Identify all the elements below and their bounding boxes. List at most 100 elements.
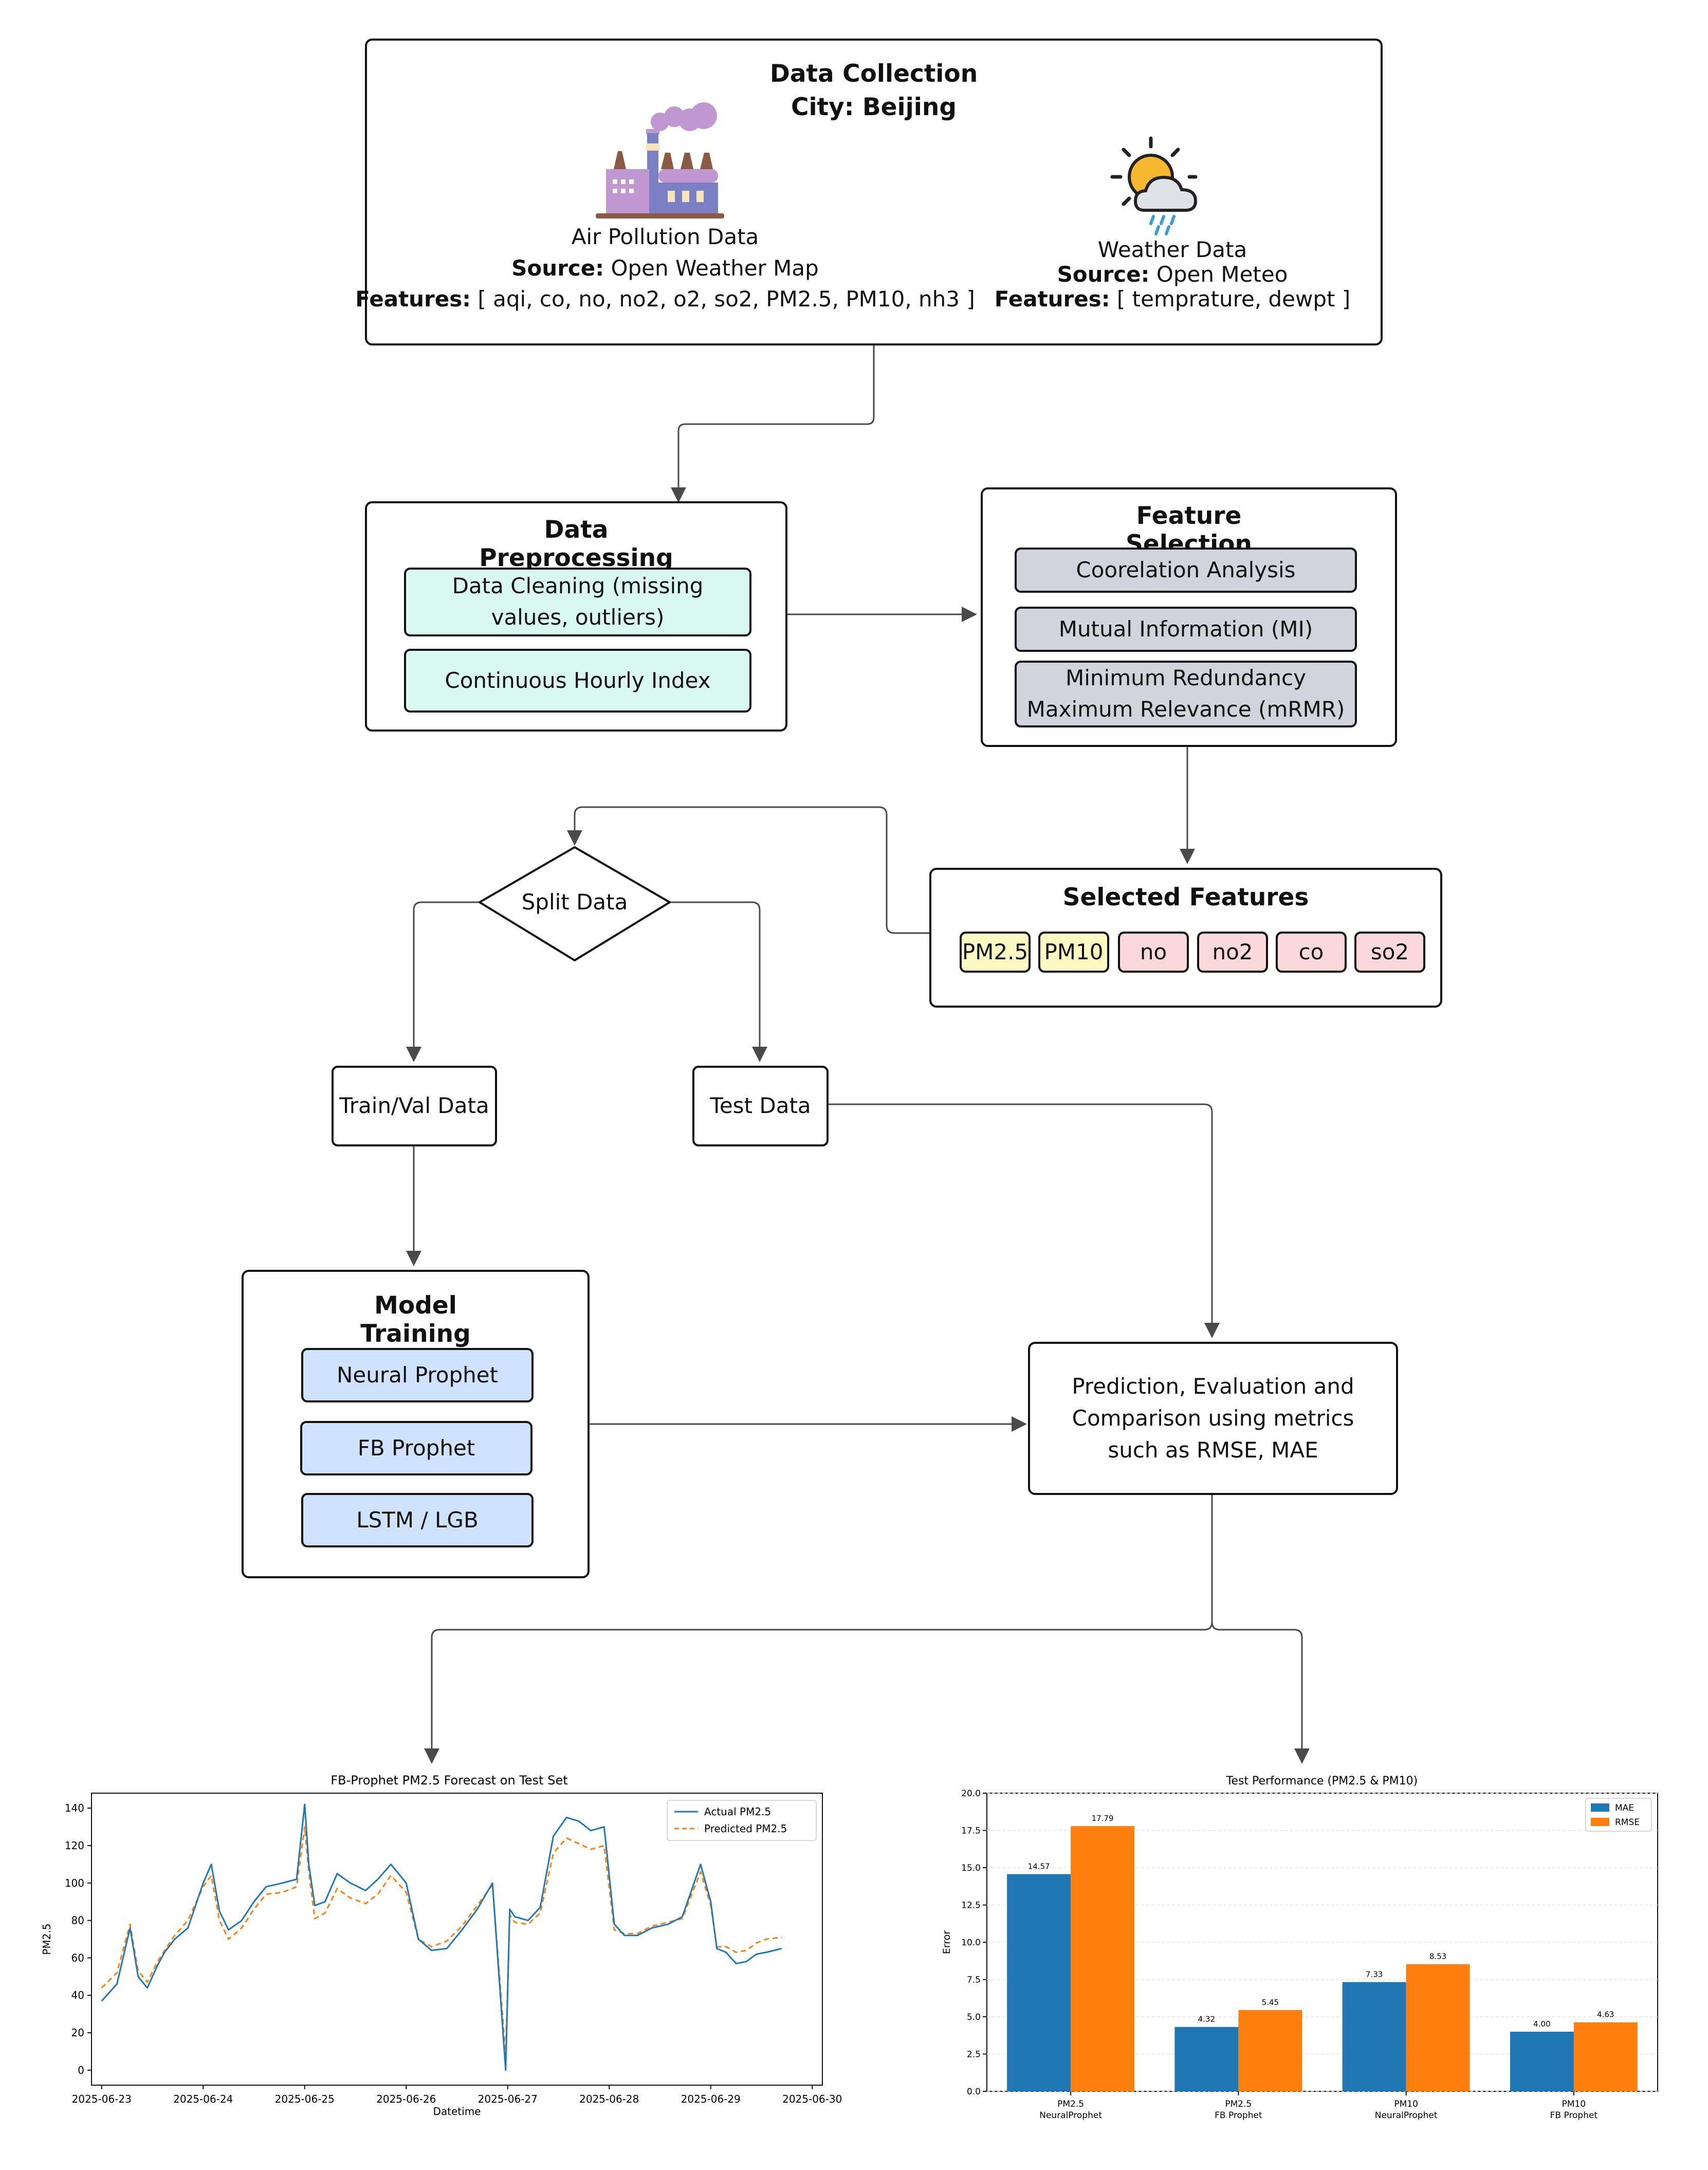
- model-training-box: Model Training Neural Prophet FB Prophet…: [242, 1270, 590, 1578]
- bar-chart-y-tick-label: 17.5: [961, 1826, 981, 1836]
- bar-chart-y-tick-label: 12.5: [961, 1901, 981, 1911]
- bar-chart-y-tick-label: 5.0: [967, 2012, 981, 2022]
- legend-actual-label: Actual PM2.5: [704, 1806, 771, 1818]
- line-chart-x-tick-label: 2025-06-27: [478, 2093, 538, 2105]
- data-cleaning-step: Data Cleaning (missing values, outliers): [404, 568, 751, 636]
- bar-chart-x-tick-label: PM10: [1562, 2099, 1586, 2109]
- model-fb-prophet: FB Prophet: [300, 1421, 532, 1475]
- line-chart-x-ticks: 2025-06-23 2025-06-24 2025-06-25 2025-06-26…: [72, 2085, 842, 2105]
- line-chart-ylabel: PM2.5: [41, 1923, 53, 1955]
- weather-features-value: [ temprature, dewpt ]: [1116, 286, 1351, 312]
- test-performance-chart: Test Performance (PM2.5 & PM10) 0.0 2.5 5.…: [941, 1775, 1658, 2121]
- line-chart-x-tick-label: 2025-06-28: [579, 2093, 639, 2105]
- bar-chart-title: Test Performance (PM2.5 & PM10): [1226, 1775, 1418, 1788]
- air-source-value: Open Weather Map: [611, 256, 819, 281]
- feature-co: co: [1276, 932, 1347, 973]
- bar-chart-x-tick-label: PM2.5: [1225, 2099, 1252, 2109]
- feature-selection-box: Feature Selection Coorelation Analysis M…: [981, 487, 1397, 747]
- line-chart-title: FB-Prophet PM2.5 Forecast on Test Set: [330, 1773, 567, 1788]
- air-pollution-source: Source: Open Weather Map: [511, 256, 819, 281]
- line-chart-y-tick-label: 0: [78, 2064, 84, 2076]
- line-chart-x-tick-label: 2025-06-26: [376, 2093, 436, 2105]
- line-chart-y-tick-label: 40: [71, 1989, 84, 2001]
- selected-features-title: Selected Features: [1062, 883, 1309, 911]
- line-chart-y-tick-label: 60: [71, 1952, 84, 1964]
- feature-pm10: PM10: [1038, 932, 1109, 973]
- factory-icon: [596, 102, 724, 218]
- bar-value-label: 5.45: [1262, 1998, 1279, 2007]
- line-chart-y-tick-label: 100: [65, 1877, 84, 1889]
- bar-chart-x-tick-label: FB Prophet: [1550, 2110, 1598, 2121]
- air-pollution-data-label: Air Pollution Data: [571, 224, 759, 249]
- feature-no2: no2: [1197, 932, 1268, 973]
- bar-value-label: 14.57: [1028, 1862, 1050, 1871]
- model-neural-prophet: Neural Prophet: [301, 1348, 534, 1402]
- bar-value-label: 4.32: [1198, 2015, 1215, 2024]
- bar-mae-3: [1510, 2032, 1574, 2091]
- test-data-box: Test Data: [692, 1066, 829, 1146]
- bar-chart-x-tick-label: NeuralProphet: [1039, 2110, 1102, 2121]
- train-val-data-box: Train/Val Data: [332, 1066, 497, 1146]
- model-lstm-lgb: LSTM / LGB: [301, 1493, 534, 1547]
- air-features-value: [ aqi, co, no, no2, o2, so2, PM2.5, PM10…: [477, 286, 975, 312]
- bar-mae-1: [1174, 2027, 1239, 2091]
- bar-chart-y-tick-label: 2.5: [967, 2050, 981, 2060]
- weather-icon: [1110, 136, 1198, 235]
- bar-chart-x-tick-label: PM10: [1394, 2099, 1418, 2109]
- bar-chart-x-tick-label: PM2.5: [1057, 2099, 1084, 2109]
- arrow-split-to-test: [668, 901, 767, 1062]
- arrow-prediction-to-bar-chart: [1211, 1621, 1310, 1764]
- bar-value-label: 8.53: [1429, 1952, 1446, 1961]
- line-chart-y-tick-label: 140: [65, 1802, 84, 1814]
- line-chart-y-tick-label: 120: [65, 1839, 84, 1852]
- bar-chart-x-tick-label: FB Prophet: [1215, 2110, 1262, 2121]
- bar-chart-y-tick-label: 15.0: [961, 1863, 981, 1873]
- data-preprocessing-box: Data Preprocessing Data Cleaning (missin…: [365, 501, 787, 732]
- correlation-analysis-step: Coorelation Analysis: [1015, 548, 1357, 593]
- line-chart-x-tick-label: 2025-06-23: [72, 2093, 132, 2105]
- bar-mae-2: [1342, 1982, 1406, 2091]
- weather-source: Source: Open Meteo: [1057, 262, 1288, 287]
- arrow-collection-to-preprocessing: [671, 344, 875, 503]
- line-chart-x-tick-label: 2025-06-25: [275, 2093, 335, 2105]
- bar-rmse-2: [1406, 1964, 1470, 2091]
- legend-mae-label: MAE: [1615, 1803, 1634, 1813]
- data-collection-city: City: Beijing: [791, 93, 957, 121]
- arrow-split-to-train: [406, 901, 482, 1062]
- line-chart-y-tick-label: 80: [71, 1914, 84, 1927]
- bar-value-label: 4.63: [1597, 2010, 1614, 2019]
- prediction-evaluation-box: Prediction, Evaluation and Comparison us…: [1028, 1342, 1398, 1495]
- bar-chart-y-tick-label: 0.0: [967, 2087, 981, 2097]
- legend-rmse-swatch: [1591, 1818, 1609, 1826]
- arrow-test-to-prediction: [828, 1103, 1220, 1338]
- line-chart-xlabel: Datetime: [433, 2105, 481, 2118]
- arrow-selected-to-split: [567, 806, 929, 934]
- legend-mae-swatch: [1591, 1803, 1609, 1812]
- prediction-evaluation-label: Prediction, Evaluation and Comparison us…: [1072, 1373, 1354, 1463]
- bar-chart-y-tick-label: 10.0: [961, 1938, 981, 1948]
- feature-so2: so2: [1354, 932, 1425, 973]
- line-chart-y-tick-label: 20: [71, 2027, 84, 2039]
- feature-no: no: [1118, 932, 1189, 973]
- legend-predicted-label: Predicted PM2.5: [704, 1822, 787, 1835]
- continuous-hourly-index-step: Continuous Hourly Index: [404, 649, 751, 713]
- mrmr-step: Minimum Redundancy Maximum Relevance (mR…: [1015, 661, 1357, 727]
- bar-value-label: 7.33: [1366, 1970, 1383, 1979]
- weather-features: Features: [ temprature, dewpt ]: [995, 286, 1350, 312]
- line-chart-legend: Actual PM2.5 Predicted PM2.5: [667, 1800, 817, 1841]
- bar-chart-legend: MAE RMSE: [1585, 1798, 1652, 1832]
- bar-rmse-3: [1573, 2022, 1638, 2091]
- fb-prophet-forecast-chart: FB-Prophet PM2.5 Forecast on Test Set 0 2…: [41, 1773, 842, 2118]
- air-features-label: Features:: [355, 286, 471, 312]
- line-chart-x-tick-label: 2025-06-30: [782, 2093, 842, 2105]
- bar-chart-ylabel: Error: [941, 1930, 952, 1955]
- weather-source-label: Source:: [1057, 262, 1150, 287]
- line-chart-x-tick-label: 2025-06-29: [681, 2093, 741, 2105]
- bar-rmse-0: [1071, 1826, 1135, 2091]
- bar-chart-y-tick-label: 7.5: [967, 1975, 981, 1985]
- line-chart-y-ticks: 0 20 40 60 80 100 120 140: [65, 1802, 91, 2076]
- data-collection-box: Data Collection City: Beijing Air Pollut…: [355, 39, 1383, 345]
- bar-chart-x-labels: PM2.5NeuralProphetPM2.5FB ProphetPM10Neu…: [1039, 2091, 1597, 2121]
- model-training-title: Model Training: [360, 1291, 471, 1348]
- mutual-information-step: Mutual Information (MI): [1015, 607, 1357, 652]
